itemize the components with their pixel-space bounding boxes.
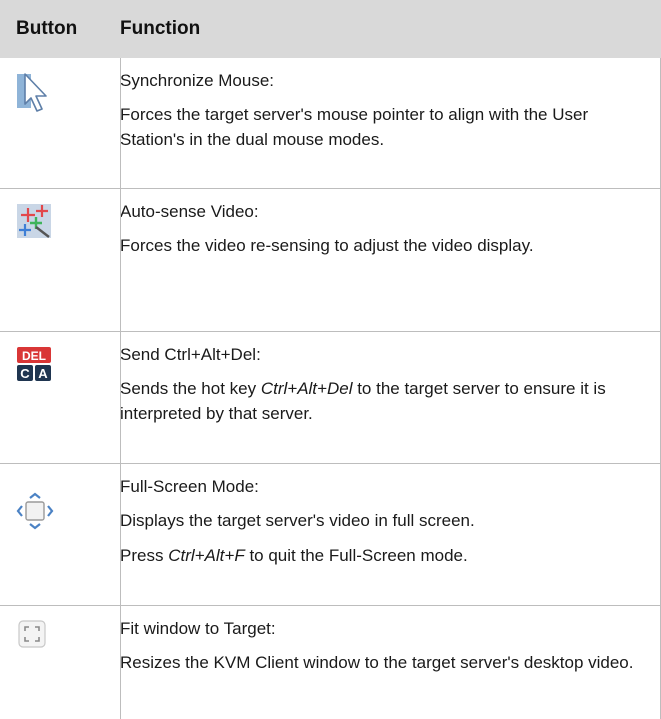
function-shortcut: Press Ctrl+Alt+F to quit the Full-Screen… xyxy=(120,545,468,565)
header-button: Button xyxy=(0,0,104,58)
table-row: Fit window to Target: Resizes the KVM Cl… xyxy=(0,605,661,719)
function-description: Displays the target server's video in fu… xyxy=(120,510,475,530)
function-description: Sends the hot key Ctrl+Alt+Del to the ta… xyxy=(120,378,606,423)
fit-window-icon xyxy=(18,619,46,648)
button-function-table: Button Function Synchronize Mouse: Force… xyxy=(0,0,661,719)
function-title: Synchronize Mouse: xyxy=(120,71,275,90)
function-cell: Synchronize Mouse: Forces the target ser… xyxy=(104,58,661,189)
alt-key-label: A xyxy=(38,366,48,381)
function-title: Full-Screen Mode: xyxy=(120,476,259,496)
function-description: Resizes the KVM Client window to the tar… xyxy=(120,652,634,672)
table-row: Synchronize Mouse: Forces the target ser… xyxy=(0,58,661,189)
button-cell xyxy=(0,463,104,606)
full-screen-icon xyxy=(16,492,54,529)
function-description: Forces the target server's mouse pointer… xyxy=(120,105,589,149)
table-row: Auto-sense Video: Forces the video re-se… xyxy=(0,188,661,332)
pointer-arrow-icon xyxy=(17,73,47,112)
button-cell xyxy=(0,605,104,719)
ctrl-key-label: C xyxy=(20,366,30,381)
del-key-label: DEL xyxy=(22,349,46,363)
button-cell xyxy=(0,58,104,189)
ctrl-alt-del-icon: DEL C A xyxy=(17,346,51,381)
function-description: Forces the video re-sensing to adjust th… xyxy=(120,235,534,255)
function-cell: Auto-sense Video: Forces the video re-se… xyxy=(104,188,661,332)
function-title: Auto-sense Video: xyxy=(120,201,259,221)
function-title: Send Ctrl+Alt+Del: xyxy=(120,344,261,364)
auto-sense-video-icon xyxy=(17,203,51,238)
function-cell: Fit window to Target: Resizes the KVM Cl… xyxy=(104,605,661,719)
table-row: DEL C A Send Ctrl+Alt+Del: Sends the hot… xyxy=(0,331,661,464)
header-function: Function xyxy=(104,0,661,58)
function-cell: Full-Screen Mode: Displays the target se… xyxy=(104,463,661,606)
table-row: Full-Screen Mode: Displays the target se… xyxy=(0,463,661,606)
button-cell xyxy=(0,188,104,332)
function-cell: Send Ctrl+Alt+Del: Sends the hot key Ctr… xyxy=(104,331,661,464)
button-cell: DEL C A xyxy=(0,331,104,464)
column-divider xyxy=(120,58,121,719)
function-title: Fit window to Target: xyxy=(120,618,276,638)
table-header-row: Button Function xyxy=(0,0,661,58)
